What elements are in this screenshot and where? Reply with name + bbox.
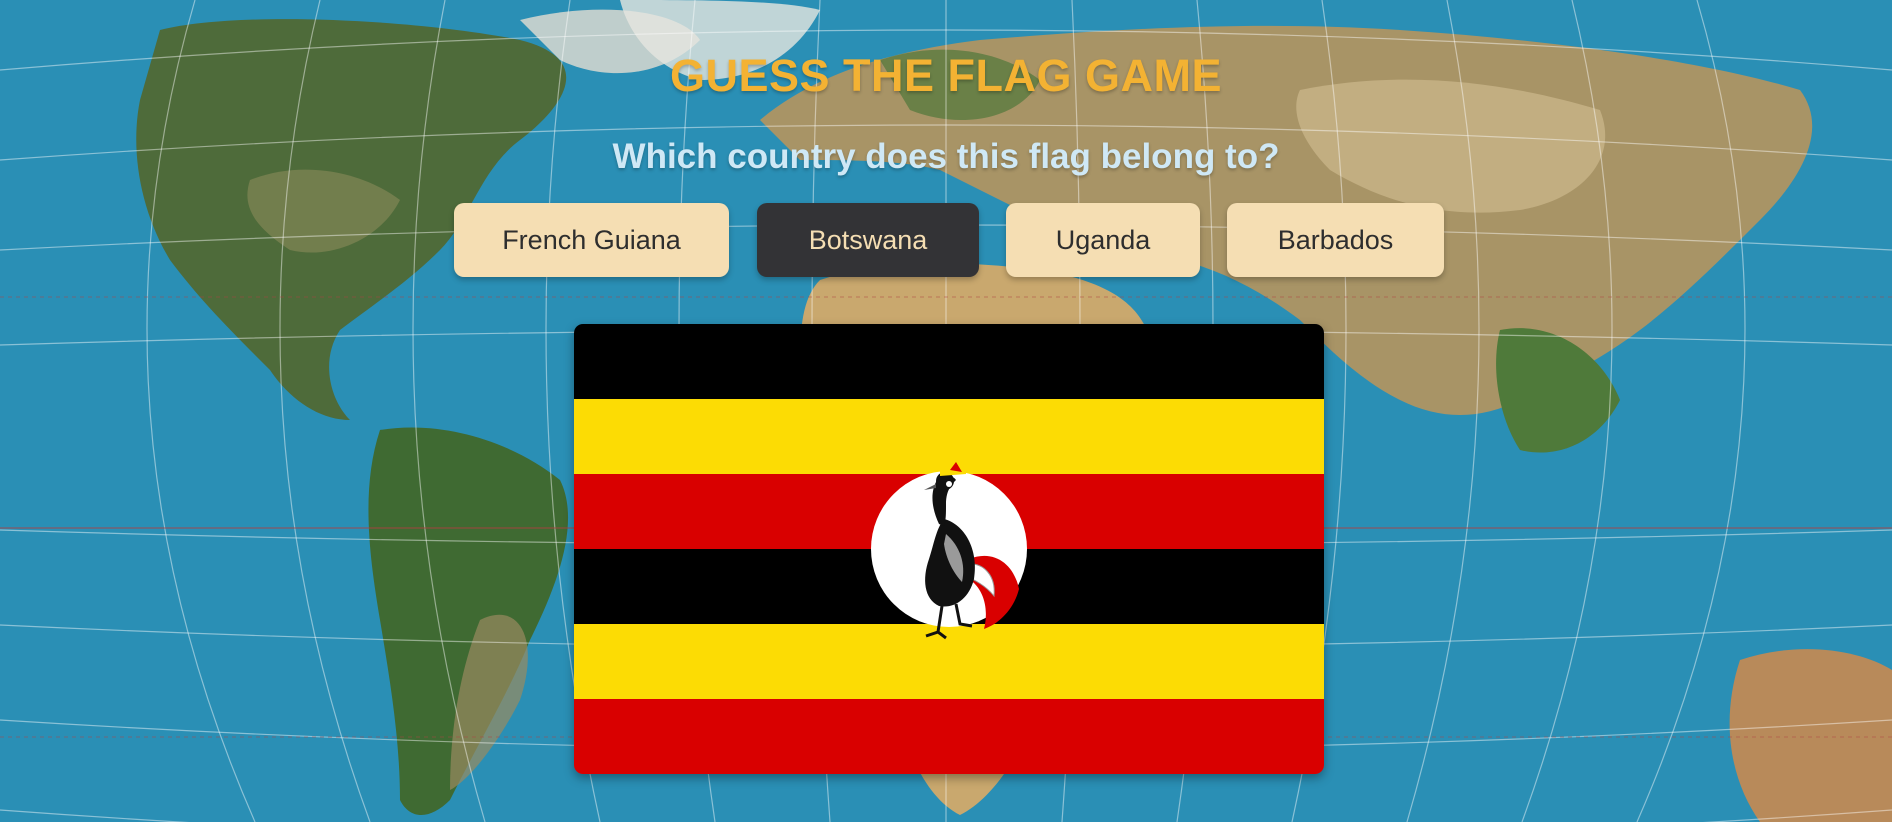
flag-stripe — [574, 399, 1324, 474]
flag-stripe — [574, 699, 1324, 774]
game-title: GUESS THE FLAG GAME — [669, 50, 1223, 101]
flag-stripe — [574, 324, 1324, 399]
uganda-flag — [574, 324, 1324, 774]
option-barbados-button[interactable]: Barbados — [1227, 203, 1444, 277]
option-uganda-button[interactable]: Uganda — [1006, 203, 1200, 277]
flag-stripe — [574, 624, 1324, 699]
flag-image — [574, 324, 1324, 774]
question-text: Which country does this flag belong to? — [612, 137, 1280, 176]
option-botswana-button[interactable]: Botswana — [757, 203, 979, 277]
option-french-guiana-button[interactable]: French Guiana — [454, 203, 729, 277]
answer-options: French Guiana Botswana Uganda Barbados — [0, 203, 1892, 277]
